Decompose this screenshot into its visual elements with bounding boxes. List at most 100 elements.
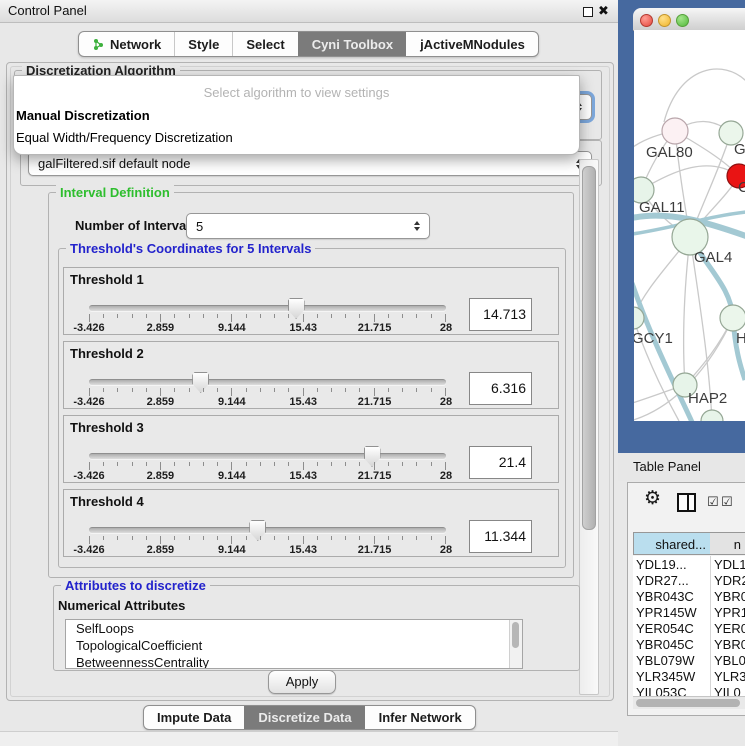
network-edge[interactable] [684, 237, 690, 385]
node-label: GAL4 [694, 249, 732, 266]
tick-mark [103, 388, 104, 392]
network-canvas[interactable]: GAL80GACGAL11GAL4GCY1HHAP2 [634, 30, 745, 421]
tick-mark [189, 388, 190, 392]
main-scrollbar-thumb[interactable] [582, 166, 596, 530]
tick-mark [103, 536, 104, 540]
tick-label: 28 [440, 470, 452, 482]
cell-name[interactable]: YPR1 [714, 605, 745, 621]
table-row[interactable]: YLR345W YLR3 [633, 669, 745, 685]
cell-shared-name[interactable]: YBR043C [636, 589, 694, 605]
tick-mark [431, 536, 432, 540]
tick-mark [174, 314, 175, 318]
cell-name[interactable]: YER0 [714, 621, 745, 637]
cell-shared-name[interactable]: YBL079W [636, 653, 695, 669]
algorithm-dropdown-popup: Select algorithm to view settings Manual… [13, 75, 580, 155]
cell-shared-name[interactable]: YDR27... [636, 573, 689, 589]
table-row[interactable]: YBR043C YBR0 [633, 589, 745, 605]
attribute-list-item[interactable]: TopologicalCoefficient [66, 637, 522, 654]
threshold-slider-track[interactable] [89, 453, 446, 459]
threshold-label: Threshold 4 [70, 494, 144, 509]
gear-icon[interactable]: ⚙ [644, 489, 661, 509]
cell-shared-name[interactable]: YDL19... [636, 557, 687, 573]
network-window-titlebar[interactable] [633, 8, 745, 31]
network-node[interactable] [701, 410, 723, 421]
table-row[interactable]: YER054C YER0 [633, 621, 745, 637]
threshold-panel: Threshold 2 -3.4262.8599.14415.4321.7152… [63, 341, 559, 409]
threshold-slider-track[interactable] [89, 527, 446, 533]
column-header-name[interactable]: n [710, 532, 745, 555]
cell-name[interactable]: YLR3 [714, 669, 745, 685]
tab-select[interactable]: Select [232, 32, 297, 56]
threshold-slider-track[interactable] [89, 305, 446, 311]
threshold-value-field[interactable]: 11.344 [469, 520, 532, 553]
tab-discretize-data[interactable]: Discretize Data [244, 706, 364, 729]
cell-name[interactable]: YDR2 [714, 573, 745, 589]
node-label: GA [734, 141, 745, 158]
close-window-icon[interactable] [640, 14, 653, 27]
cell-shared-name[interactable]: YPR145W [636, 605, 697, 621]
tab-cyni-toolbox[interactable]: Cyni Toolbox [298, 32, 406, 56]
table-row[interactable]: YBL079W YBL0 [633, 653, 745, 669]
tick-mark [402, 536, 403, 540]
network-node[interactable] [662, 118, 688, 144]
popup-item-manual-discretization[interactable]: Manual Discretization [14, 108, 579, 124]
threshold-value-field[interactable]: 21.4 [469, 446, 532, 479]
tick-mark [89, 462, 90, 470]
apply-button[interactable]: Apply [268, 670, 336, 694]
tab-impute-data[interactable]: Impute Data [144, 706, 244, 729]
table-row[interactable]: YBR045C YBR0 [633, 637, 745, 653]
threshold-value-field[interactable]: 6.316 [469, 372, 532, 405]
column-header-shared[interactable]: shared... [633, 532, 711, 555]
checkbox-icon[interactable]: ☑ [721, 495, 733, 509]
cell-shared-name[interactable]: YLR345W [636, 669, 695, 685]
split-column-icon[interactable] [677, 493, 696, 512]
tick-mark [374, 314, 375, 322]
tick-mark [160, 536, 161, 544]
list-scrollbar[interactable] [509, 620, 522, 668]
column-separator [710, 556, 711, 696]
tab-network[interactable]: Network [79, 32, 174, 56]
cell-name[interactable]: YBL0 [714, 653, 745, 669]
slider-tick-labels: -3.4262.8599.14415.4321.71528 [89, 470, 446, 481]
tick-label: -3.426 [73, 322, 104, 334]
network-edge[interactable] [641, 166, 739, 190]
threshold-panel: Threshold 4 -3.4262.8599.14415.4321.7152… [63, 489, 559, 557]
network-node[interactable] [720, 305, 745, 331]
attribute-list-item[interactable]: BetweennessCentrality [66, 654, 522, 669]
attribute-list-item[interactable]: SelfLoops [66, 620, 522, 637]
float-panel-icon[interactable] [583, 7, 593, 17]
tick-mark [231, 536, 232, 544]
cell-name[interactable]: YBR0 [714, 637, 745, 653]
tick-mark [331, 388, 332, 392]
tick-label: 28 [440, 544, 452, 556]
checkbox-icon[interactable]: ☑ [707, 495, 719, 509]
tick-mark [89, 314, 90, 322]
tab-label: Cyni Toolbox [312, 37, 393, 52]
popup-item-equal-width-frequency[interactable]: Equal Width/Frequency Discretization [14, 130, 579, 146]
numerical-attributes-list[interactable]: SelfLoopsTopologicalCoefficientBetweenne… [65, 619, 523, 669]
tick-label: -3.426 [73, 396, 104, 408]
cell-shared-name[interactable]: YER054C [636, 621, 694, 637]
threshold-value-field[interactable]: 14.713 [469, 298, 532, 331]
number-of-intervals-combobox[interactable]: 5 [186, 213, 430, 239]
network-edge[interactable] [664, 69, 745, 122]
tick-label: 15.43 [289, 322, 317, 334]
table-row[interactable]: YDL19... YDL1 [633, 557, 745, 573]
minimize-window-icon[interactable] [658, 14, 671, 27]
slider-tick-labels: -3.4262.8599.14415.4321.71528 [89, 396, 446, 407]
table-row[interactable]: YPR145W YPR1 [633, 605, 745, 621]
zoom-window-icon[interactable] [676, 14, 689, 27]
cell-shared-name[interactable]: YBR045C [636, 637, 694, 653]
tick-label: 9.144 [218, 544, 246, 556]
table-hscrollbar[interactable] [633, 696, 745, 709]
table-hscrollbar-thumb[interactable] [636, 699, 740, 707]
close-panel-icon[interactable]: ✖ [598, 2, 609, 20]
table-row[interactable]: YDR27... YDR2 [633, 573, 745, 589]
tick-mark [203, 536, 204, 540]
tab-jactivemnodules[interactable]: jActiveMNodules [406, 32, 538, 56]
cell-name[interactable]: YBR0 [714, 589, 745, 605]
threshold-slider-track[interactable] [89, 379, 446, 385]
tab-infer-network[interactable]: Infer Network [365, 706, 475, 729]
cell-name[interactable]: YDL1 [714, 557, 745, 573]
tab-style[interactable]: Style [174, 32, 232, 56]
